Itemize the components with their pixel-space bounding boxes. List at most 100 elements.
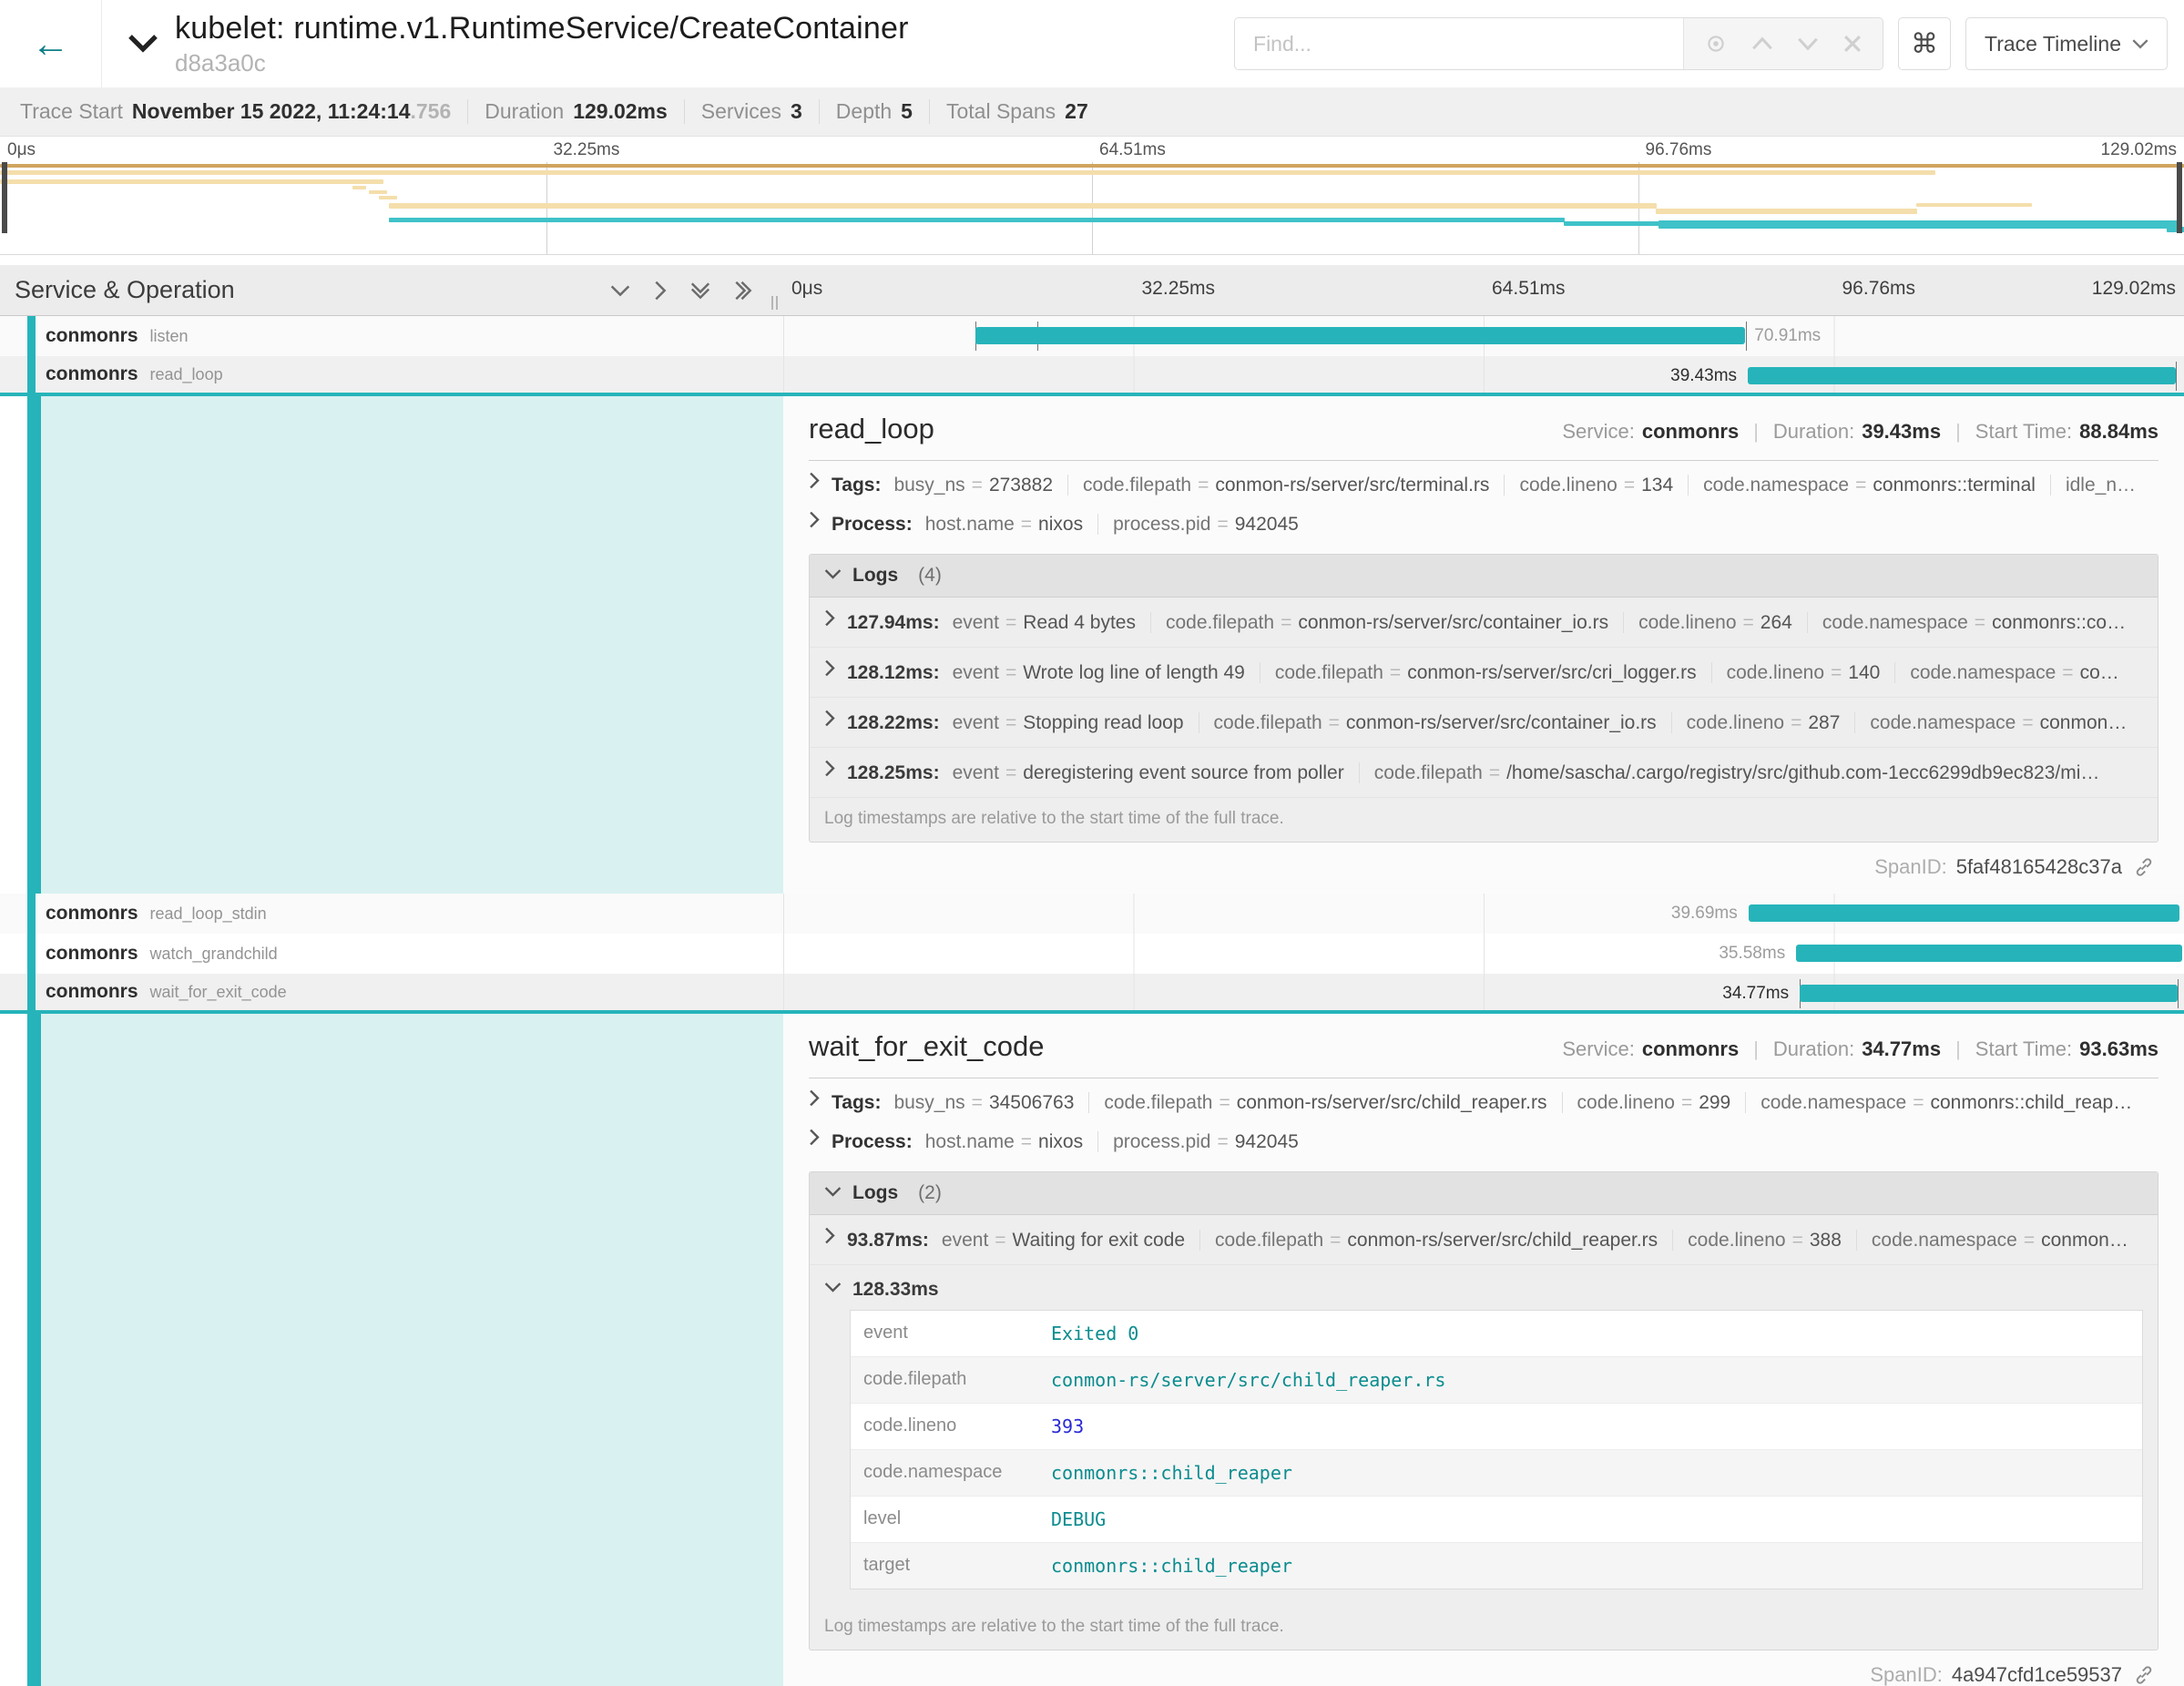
minimap-tick-label: 129.02ms [2101,140,2177,160]
log-field-value: Exited 0 [1042,1311,1148,1356]
span-name-cell: conmonrs read_loop_stdin [0,894,783,934]
log-field-row: level DEBUG [851,1497,2142,1543]
tag: code.namespace=conmon… [1857,1230,2143,1251]
summary-label: Services [701,99,781,124]
tag: code.filepath=conmon-rs/server/src/cri_l… [1260,662,1712,683]
log-entry[interactable]: 128.25ms: event=deregistering event sour… [810,748,2158,798]
process-list: host.name=nixosprocess.pid=942045 [925,1131,1313,1153]
span-row-read_loop[interactable]: conmonrs read_loop 39.43ms [0,356,2184,396]
expand-all-icon[interactable] [734,281,752,301]
tag: code.filepath=conmon-rs/server/src/child… [1200,1230,1673,1251]
logs-header[interactable]: Logs (4) [810,555,2158,598]
timeline-tick-label: 96.76ms [1834,278,1916,300]
trace-minimap[interactable] [0,162,2184,255]
chevron-right-icon [809,472,821,489]
tag: code.lineno=287 [1672,712,1856,733]
expand-one-icon[interactable] [654,281,667,301]
log-timestamp: 128.25ms: [847,762,940,784]
detail-meta-value: 34.77ms [1862,1037,1941,1061]
log-entry[interactable]: 127.94ms: event=Read 4 bytescode.filepat… [810,598,2158,648]
log-entry[interactable]: 128.22ms: event=Stopping read loopcode.f… [810,698,2158,748]
service-color-bar [27,974,36,1010]
span-bar[interactable] [1749,904,2179,922]
log-field-row: event Exited 0 [851,1311,2142,1357]
detail-meta-label: Duration: [1773,1037,1854,1061]
tags-section[interactable]: Tags: busy_ns=273882code.filepath=conmon… [809,461,2158,500]
minimap-scrubber-left[interactable] [2,162,7,233]
minimap-span-line [0,170,1935,175]
process-section[interactable]: Process: host.name=nixosprocess.pid=9420… [809,500,2158,539]
minimap-scrubber-right[interactable] [2177,162,2182,233]
service-name: conmonrs [46,363,138,385]
process-list: host.name=nixosprocess.pid=942045 [925,514,1313,536]
span-row-listen[interactable]: conmonrs listen 70.91ms [0,316,2184,356]
span-detail-title: read_loop [809,413,934,445]
grid-header-ticks: 0μs32.25ms64.51ms96.76ms129.02ms [783,265,2184,315]
keyboard-shortcuts-button[interactable]: ⌘ [1898,17,1951,70]
tags-list: busy_ns=34506763code.filepath=conmon-rs/… [893,1092,2147,1114]
span-child-tick [1746,322,1747,351]
log-entry-expanded[interactable]: 128.33ms [810,1265,2158,1304]
service-operation-header: Service & Operation [15,276,235,304]
collapse-all-icon[interactable] [690,281,710,300]
collapse-one-icon[interactable] [610,284,630,297]
operation-name: listen [150,327,189,346]
span-bar[interactable] [975,327,1745,344]
span-detail-header: wait_for_exit_code Service:conmonrs|Dura… [809,1030,2158,1078]
service-name: conmonrs [46,903,138,925]
logs-header[interactable]: Logs (2) [810,1172,2158,1215]
span-bar[interactable] [1796,945,2182,962]
tag: process.pid=942045 [1098,514,1313,535]
chevron-right-icon [809,511,821,528]
back-button[interactable]: ← [0,0,102,87]
log-entry[interactable]: 93.87ms: event=Waiting for exit codecode… [810,1215,2158,1265]
deep-link-icon[interactable] [2133,856,2155,878]
find-prev-icon[interactable] [1751,36,1773,51]
span-id-label: SpanID: [1874,855,1947,879]
tags-section[interactable]: Tags: busy_ns=34506763code.filepath=conm… [809,1078,2158,1118]
tag: code.namespace=conmonrs::terminal [1689,475,2051,496]
span-row-watch_grandchild[interactable]: conmonrs watch_grandchild 35.58ms [0,934,2184,974]
find-input[interactable] [1235,18,1683,69]
trace-collapse-toggle[interactable] [128,34,158,54]
span-id-row: SpanID: 4a947cfd1ce59537 [809,1650,2158,1686]
process-label: Process: [832,514,913,536]
log-field-key: code.namespace [851,1450,1042,1496]
process-section[interactable]: Process: host.name=nixosprocess.pid=9420… [809,1118,2158,1157]
summary-item: Services 3 [685,99,820,124]
span-duration-label: 34.77ms [1722,984,1789,1004]
summary-value: 27 [1065,99,1088,124]
log-field-key: event [851,1311,1042,1356]
span-row-read_loop_stdin[interactable]: conmonrs read_loop_stdin 39.69ms [0,894,2184,934]
span-name-cell: conmonrs watch_grandchild [0,934,783,974]
span-name-cell: conmonrs wait_for_exit_code [0,974,783,1010]
span-bar[interactable] [1800,985,2177,1002]
minimap-span-line [379,196,397,199]
log-field-key: code.lineno [851,1404,1042,1449]
find-next-icon[interactable] [1797,36,1819,51]
tag: busy_ns=273882 [893,475,1068,496]
minimap-span-line [1564,221,1659,226]
process-label: Process: [832,1131,913,1153]
view-selector-button[interactable]: Trace Timeline [1965,17,2168,70]
chevron-down-icon [824,568,842,580]
span-name-cell: conmonrs listen [0,316,783,356]
minimap-span-line [1658,220,2180,229]
locate-icon[interactable] [1704,32,1728,56]
deep-link-icon[interactable] [2133,1664,2155,1686]
minimap-span-line [0,164,2184,168]
span-bar[interactable] [1748,367,2176,384]
trace-summary-bar: Trace Start November 15 2022, 11:24:14.7… [0,87,2184,137]
tag: event=Wrote log line of length 49 [953,662,1260,683]
log-timestamp: 128.22ms: [847,712,940,734]
log-entry[interactable]: 128.12ms: event=Wrote log line of length… [810,648,2158,698]
span-duration-label: 70.91ms [1754,326,1821,346]
span-row-wait_for_exit_code[interactable]: conmonrs wait_for_exit_code 34.77ms [0,974,2184,1014]
chevron-right-icon [809,1089,821,1107]
column-resize-handle[interactable] [771,296,778,310]
find-clear-icon[interactable] [1842,34,1863,54]
minimap-span-line [389,203,1656,209]
logs-count: (2) [918,1182,942,1204]
minimap-span-line [352,186,367,189]
top-bar: ← kubelet: runtime.v1.RuntimeService/Cre… [0,0,2184,87]
